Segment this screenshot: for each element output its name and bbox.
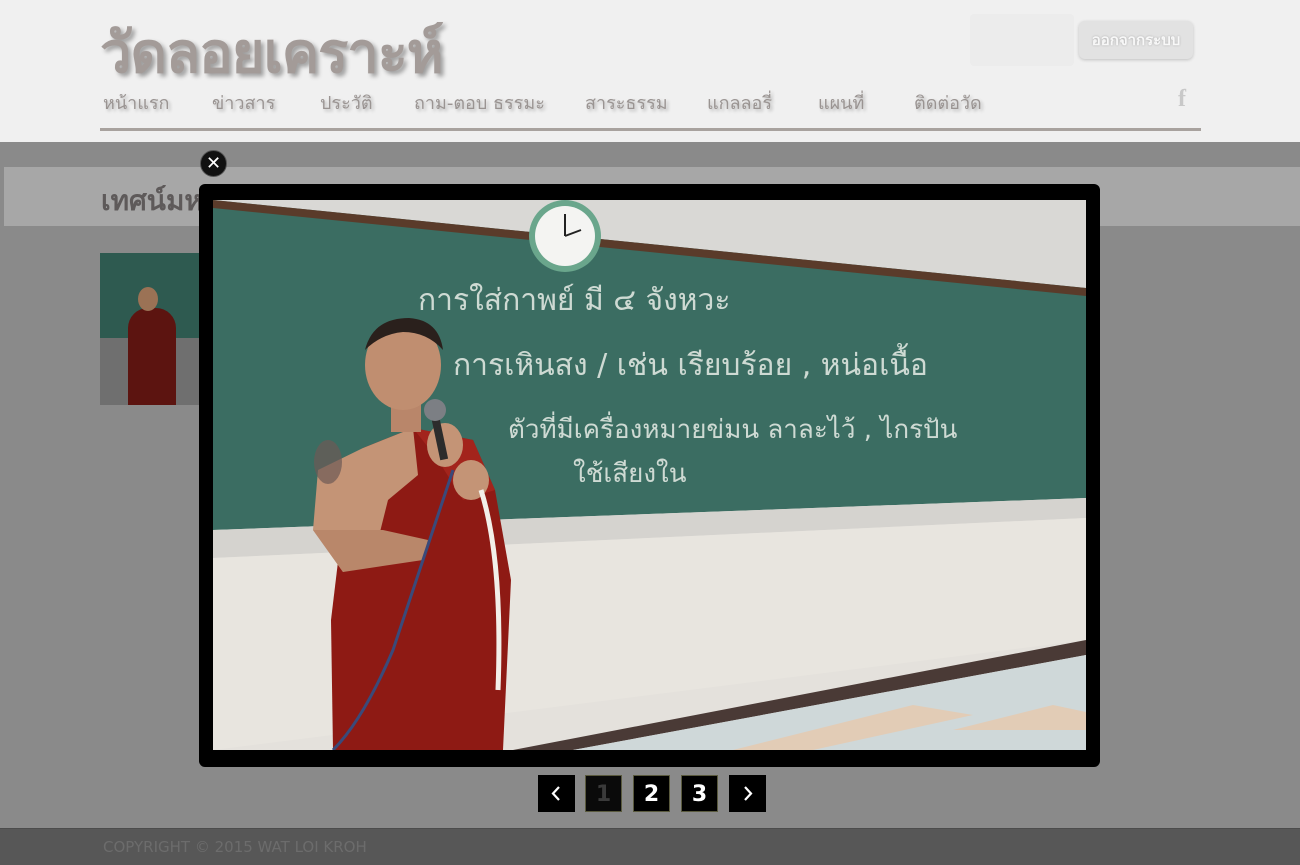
- copyright-text: COPYRIGHT © 2015 WAT LOI KROH: [103, 838, 367, 856]
- lightbox-photo: การใส่กาพย์ มี ๔ จังหวะ การเหินสง / เช่น…: [213, 200, 1086, 750]
- site-footer: COPYRIGHT © 2015 WAT LOI KROH: [0, 828, 1300, 865]
- page-button-3[interactable]: 3: [681, 775, 718, 812]
- page-button-2[interactable]: 2: [633, 775, 670, 812]
- nav-item-contact[interactable]: ติดต่อวัด: [914, 88, 982, 117]
- nav-item-qa[interactable]: ถาม-ตอบ ธรรมะ: [414, 88, 545, 117]
- chalk-line-4: ใช้เสียงใน: [573, 459, 687, 489]
- chevron-right-icon: [744, 786, 753, 801]
- lightbox-close-button[interactable]: ✕: [200, 150, 227, 177]
- site-header: วัดลอยเคราะห์ ออกจากระบบ หน้าแรก ข่าวสาร…: [0, 0, 1300, 142]
- nav-item-home[interactable]: หน้าแรก: [103, 88, 169, 117]
- nav-item-history[interactable]: ประวัติ: [320, 88, 373, 117]
- chalk-line-2: การเหินสง / เช่น เรียบร้อย , หน่อเนื้อ: [453, 343, 928, 383]
- nav-item-dharma[interactable]: สาระธรรม: [585, 88, 668, 117]
- nav-item-gallery[interactable]: แกลลอรี่: [707, 88, 772, 117]
- facebook-icon[interactable]: f: [1172, 86, 1192, 114]
- search-box[interactable]: [970, 14, 1074, 66]
- logout-button[interactable]: ออกจากระบบ: [1079, 21, 1193, 59]
- page-button-1[interactable]: 1: [585, 775, 622, 812]
- nav-item-news[interactable]: ข่าวสาร: [212, 88, 275, 117]
- prev-page-button[interactable]: [538, 775, 575, 812]
- lightbox-pagination: 1 2 3: [0, 775, 1300, 813]
- next-page-button[interactable]: [729, 775, 766, 812]
- chalk-line-3: ตัวที่มีเครื่องหมายข่มน ลาละไว้ , ไกรปัน: [508, 411, 958, 445]
- chalk-line-1: การใส่กาพย์ มี ๔ จังหวะ: [418, 283, 731, 318]
- lightbox-frame: การใส่กาพย์ มี ๔ จังหวะ การเหินสง / เช่น…: [199, 184, 1100, 767]
- nav-item-map[interactable]: แผนที่: [818, 88, 864, 117]
- chevron-left-icon: [551, 786, 560, 801]
- main-nav: หน้าแรก ข่าวสาร ประวัติ ถาม-ตอบ ธรรมะ สา…: [100, 84, 1201, 131]
